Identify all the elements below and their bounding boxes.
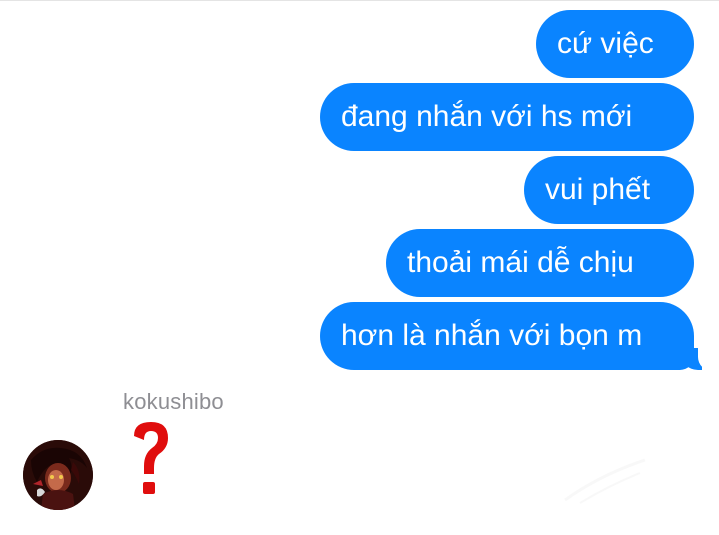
outgoing-message-bubble[interactable]: thoải mái dễ chịu — [386, 229, 694, 297]
sender-avatar[interactable] — [23, 440, 93, 510]
outgoing-message-bubble-last[interactable]: hơn là nhắn với bọn m — [320, 302, 716, 371]
message-text: cứ việc — [557, 27, 654, 60]
sender-name: kokushibo — [123, 389, 224, 414]
message-thread: cứ việc đang nhắn với hs mới vui phết th… — [0, 0, 719, 535]
message-text: hơn là nhắn với bọn m — [341, 319, 643, 352]
outgoing-message-bubble[interactable]: vui phết — [524, 156, 694, 224]
message-text: vui phết — [545, 173, 651, 206]
message-text: thoải mái dễ chịu — [407, 246, 634, 279]
message-text: đang nhắn với hs mới — [341, 100, 633, 133]
outgoing-message-bubble[interactable]: cứ việc — [536, 10, 694, 78]
avatar-image — [23, 440, 93, 510]
watermark-mark — [564, 458, 646, 504]
red-question-mark-icon — [134, 422, 168, 494]
outgoing-message-bubble[interactable]: đang nhắn với hs mới — [320, 83, 694, 151]
